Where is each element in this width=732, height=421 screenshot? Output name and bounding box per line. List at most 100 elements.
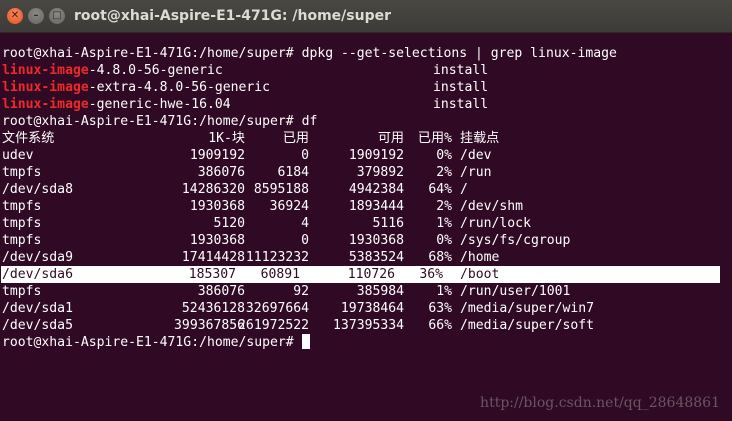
df-filesystem: tmpfs (2, 165, 42, 180)
df-used: 8595188 (253, 182, 309, 197)
df-use-percent: 66% (428, 318, 452, 333)
maximize-window-button[interactable]: □ (49, 8, 65, 24)
df-row: /dev/sda9 17414428 11123232 5383524 68% /home (2, 249, 730, 266)
df-row: tmpfs 1930368 0 1930368 0% /sys/fs/cgroup (2, 232, 730, 249)
df-mount: /media/super/win7 (460, 301, 595, 316)
df-used: 11123232 (245, 250, 309, 265)
df-filesystem: /dev/sda5 (2, 318, 73, 333)
df-row-selected[interactable]: /dev/sda6 185307 60891 110726 36% /boot (1, 266, 720, 283)
shell-prompt: root@xhai-Aspire-E1-471G:/home/super# (2, 335, 302, 350)
df-blocks: 1909192 (189, 148, 245, 163)
df-blocks: 1930368 (189, 233, 245, 248)
df-use-percent: 64% (428, 182, 452, 197)
minimize-window-button[interactable]: – (28, 8, 44, 24)
df-use-percent: 2% (436, 199, 452, 214)
df-filesystem: tmpfs (2, 216, 42, 231)
df-row: udev 1909192 0 1909192 0% /dev (2, 147, 730, 164)
shell-prompt: root@xhai-Aspire-E1-471G:/home/super# (2, 114, 302, 129)
df-used: 92 (293, 284, 309, 299)
watermark-url: http://blog.csdn.net/qq_28648861 (480, 395, 720, 411)
df-blocks: 17414428 (181, 250, 245, 265)
command-text: df (301, 114, 318, 129)
package-name-rest: -generic-hwe-16.04 (88, 97, 231, 112)
df-available: 4942384 (348, 182, 404, 197)
package-name-rest: -4.8.0-56-generic (88, 63, 223, 78)
df-mount: /dev (460, 148, 492, 163)
df-filesystem: /dev/sda8 (2, 182, 73, 197)
df-mount: /run/lock (460, 216, 531, 231)
df-available: 1930368 (348, 233, 404, 248)
df-blocks: 185307 (188, 267, 236, 282)
df-header-available: 可用 (377, 131, 404, 146)
df-used: 6184 (277, 165, 309, 180)
package-status: install (433, 97, 489, 112)
df-used: 0 (301, 233, 309, 248)
df-mount: /dev/shm (460, 199, 524, 214)
df-row: /dev/sda5 399367856 261972522 137395334 66% /… (2, 317, 730, 334)
close-window-button[interactable]: ✕ (7, 8, 23, 24)
df-available: 1909192 (348, 148, 404, 163)
df-available: 379892 (356, 165, 404, 180)
dpkg-output-line: linux-image-extra-4.8.0-56-generic instal… (2, 79, 730, 96)
df-row: tmpfs 5120 4 5116 1% /run/lock (2, 215, 730, 232)
command-text: dpkg --get-selections | grep linux-image (301, 46, 617, 61)
df-used: 60891 (260, 267, 300, 282)
df-row: /dev/sda1 52436128 32697664 19738464 63% /med… (2, 300, 730, 317)
df-used: 36924 (269, 199, 309, 214)
df-filesystem: /dev/sda9 (2, 250, 73, 265)
df-use-percent: 68% (428, 250, 452, 265)
df-blocks: 399367856 (174, 318, 245, 333)
command-line-current[interactable]: root@xhai-Aspire-E1-471G:/home/super# (2, 334, 730, 351)
df-use-percent: 1% (436, 216, 452, 231)
df-available: 110726 (347, 267, 395, 282)
df-used: 32697664 (245, 301, 309, 316)
df-mount: /run (460, 165, 492, 180)
df-available: 137395334 (333, 318, 404, 333)
df-filesystem: udev (2, 148, 34, 163)
df-blocks: 52436128 (181, 301, 245, 316)
df-used: 261972522 (238, 318, 309, 333)
df-use-percent: 2% (436, 165, 452, 180)
df-use-percent: 0% (436, 148, 452, 163)
window-titlebar[interactable]: ✕ – □ root@xhai-Aspire-E1-471G: /home/su… (0, 0, 732, 33)
grep-match: linux-image (2, 80, 89, 95)
package-status: install (433, 80, 489, 95)
df-mount: /media/super/soft (460, 318, 595, 333)
df-filesystem: tmpfs (2, 233, 42, 248)
df-blocks: 386076 (197, 284, 245, 299)
df-row: tmpfs 386076 92 385984 1% /run/user/1001 (2, 283, 730, 300)
df-filesystem: tmpfs (2, 199, 42, 214)
df-header-mount: 挂载点 (460, 131, 500, 146)
grep-match: linux-image (2, 97, 89, 112)
df-row: tmpfs 1930368 36924 1893444 2% /dev/shm (2, 198, 730, 215)
terminal-cursor (301, 334, 310, 349)
dpkg-output-line: linux-image-4.8.0-56-generic install (2, 62, 730, 79)
maximize-icon: □ (52, 10, 62, 21)
command-line-df: root@xhai-Aspire-E1-471G:/home/super# df (2, 113, 730, 130)
df-filesystem: /dev/sda6 (2, 267, 73, 282)
df-use-percent: 36% (419, 267, 443, 282)
df-blocks: 1930368 (189, 199, 245, 214)
df-mount: /home (460, 250, 500, 265)
terminal-area[interactable]: root@xhai-Aspire-E1-471G:/home/super# dp… (1, 45, 730, 421)
df-use-percent: 63% (428, 301, 452, 316)
df-mount: / (460, 182, 468, 197)
df-header-filesystem: 文件系统 (2, 131, 55, 146)
package-name-rest: -extra-4.8.0-56-generic (88, 80, 271, 95)
df-row: tmpfs 386076 6184 379892 2% /run (2, 164, 730, 181)
df-mount: /sys/fs/cgroup (460, 233, 571, 248)
df-filesystem: /dev/sda1 (2, 301, 73, 316)
shell-prompt: root@xhai-Aspire-E1-471G:/home/super# (2, 46, 302, 61)
df-blocks: 5120 (213, 216, 245, 231)
df-blocks: 386076 (197, 165, 245, 180)
df-available: 5383524 (348, 250, 404, 265)
dpkg-output-line: linux-image-generic-hwe-16.04 install (2, 96, 730, 113)
command-line-dpkg: root@xhai-Aspire-E1-471G:/home/super# dp… (2, 45, 730, 62)
df-use-percent: 0% (436, 233, 452, 248)
df-header-row: 文件系统 1K-块 已用 可用 已用% 挂载点 (2, 130, 730, 147)
df-row: /dev/sda8 14286320 8595188 4942384 64% / (2, 181, 730, 198)
close-icon: ✕ (10, 10, 20, 21)
df-header-blocks: 1K-块 (208, 131, 245, 146)
df-available: 1893444 (348, 199, 404, 214)
df-blocks: 14286320 (181, 182, 245, 197)
